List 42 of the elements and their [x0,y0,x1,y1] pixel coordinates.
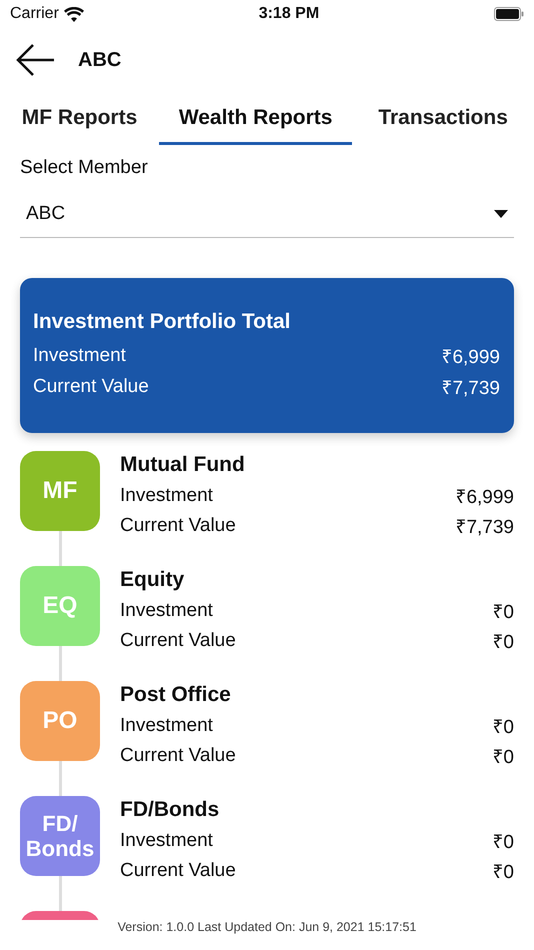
row-value: ₹0 [492,746,514,769]
row-label: Investment [120,830,213,852]
row-label: Current Value [120,630,236,652]
card-title: Investment Portfolio Total [33,310,292,334]
report-tab[interactable]: MF Reports [0,96,160,145]
report-tab[interactable]: Transactions [352,96,534,145]
row-value: ₹0 [492,861,514,884]
row-label: Current Value [33,376,149,398]
row-label: Investment [120,485,213,507]
asset-badge: MF [20,451,100,531]
asset-badge: FD/ Bonds [20,796,100,876]
row-value: ₹6,999 [455,486,514,509]
clock: 3:18 PM [258,5,320,23]
carrier-label: Carrier [10,5,59,23]
row-value: ₹7,739 [441,376,500,400]
row-value: ₹6,999 [441,346,500,368]
asset-title: Post Office [120,683,232,707]
row-label: Investment [120,600,213,622]
asset-title: FD/Bonds [120,798,220,822]
row-value: ₹0 [492,716,514,739]
row-value: ₹0 [492,831,514,854]
row-value: ₹0 [492,601,514,624]
caret-icon [494,210,508,218]
row-label: Current Value [120,745,236,767]
page-title: ABC [78,48,122,72]
wifi-icon [64,6,84,22]
asset-badge: EQ [20,566,100,646]
member-dropdown[interactable]: ABC [20,191,514,238]
version-info: Version: 1.0.0 Last Updated On: Jun 9, 2021 15:17:51 [118,920,416,934]
row-label: Current Value [120,515,236,537]
row-value: ₹0 [492,631,514,654]
report-tab[interactable]: Wealth Reports [159,96,352,145]
back-arrow-icon[interactable] [16,43,56,77]
row-label: Current Value [120,860,236,882]
row-value: ₹7,739 [455,516,514,539]
row-label: Investment [120,715,213,737]
row-label: Investment [33,344,126,366]
asset-badge: PO [20,681,100,761]
asset-title: Mutual Fund [120,453,246,477]
battery-icon [494,7,524,21]
field-label: Select Member [20,157,149,179]
asset-title: Equity [120,568,186,592]
